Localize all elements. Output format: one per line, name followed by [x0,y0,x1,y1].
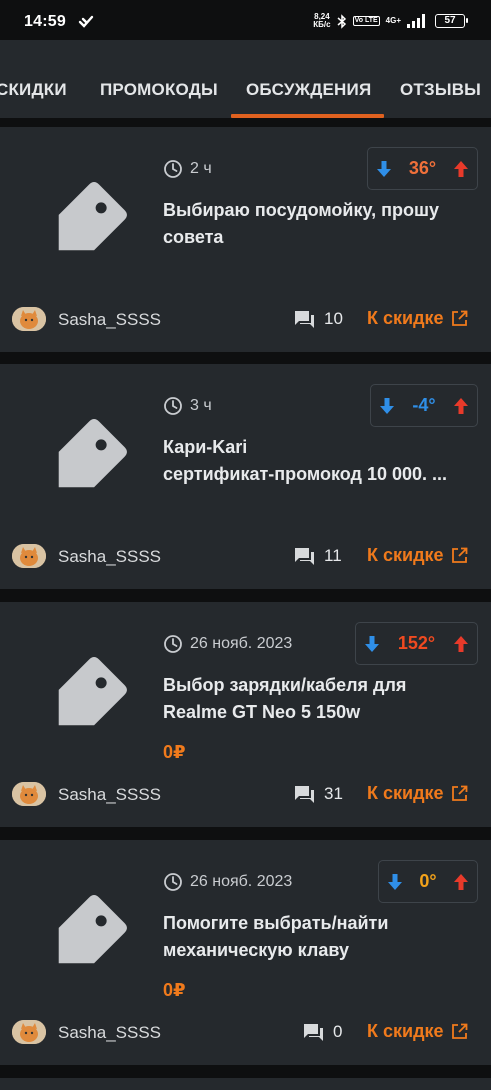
temperature-widget: 36° [367,147,478,190]
status-icons: 8,24 КБ/с Vo LTE 4G+ 57 [313,12,468,29]
signal-icon [407,14,425,28]
comments-count[interactable]: 0 [303,1022,342,1042]
tab-discounts[interactable]: СКИДКИ [0,80,67,100]
tab-promocodes[interactable]: ПРОМОКОДЫ [100,80,218,100]
active-tab-indicator [231,114,384,118]
author-name[interactable]: Sasha_SSSS [58,310,161,330]
notification-app-icon [78,15,94,28]
post-time: 3 ч [163,396,212,416]
external-link-icon [451,310,467,326]
to-deal-link[interactable]: К скидке [367,1021,468,1042]
post-time: 26 нояб. 2023 [163,634,292,654]
tag-icon [58,895,127,964]
temperature-widget: 152° [355,622,478,665]
discussion-title[interactable]: Выбор зарядки/кабеля для Realme GT Neo 5… [163,672,468,726]
tag-icon [58,657,127,726]
post-time: 2 ч [163,159,212,179]
external-link-icon [451,1023,467,1039]
vote-down-arrow-icon[interactable] [379,397,395,415]
post-time: 26 нояб. 2023 [163,872,292,892]
discussion-title[interactable]: Выбираю посудомойку, прошу совета [163,197,468,251]
price: 0₽ [163,980,186,1000]
tab-bar: СКИДКИ ПРОМОКОДЫ ОБСУЖДЕНИЯ ОТЗЫВЫ [0,40,491,118]
avatar[interactable] [12,307,46,331]
time-label: 3 ч [190,397,212,414]
clock-icon [164,160,182,178]
comments-count[interactable]: 11 [294,546,342,566]
temperature-widget: 0° [378,860,478,903]
avatar[interactable] [12,782,46,806]
clock-icon [164,397,182,415]
temperature-widget: -4° [370,384,478,427]
battery-icon: 57 [435,14,468,28]
to-deal-link[interactable]: К скидке [367,545,468,566]
discussion-card[interactable]: 26 нояб. 2023 152° Выбор зарядки/кабеля … [0,602,491,827]
network-type: 4G+ [385,16,401,25]
comments-icon [295,547,314,565]
discussion-card[interactable]: 26 нояб. 2023 0° Помогите выбрать/найти … [0,840,491,1065]
discussion-title[interactable]: Кари-Kari сертификат-промокод 10 000. ..… [163,434,468,488]
author-name[interactable]: Sasha_SSSS [58,1023,161,1043]
vote-up-arrow-icon[interactable] [453,635,469,653]
discussion-card[interactable]: 3 ч -4° Кари-Kari сертификат-промокод 10… [0,364,491,589]
to-deal-link[interactable]: К скидке [367,783,468,804]
network-speed: 8,24 КБ/с [313,12,331,29]
temperature-value: 36° [408,158,437,178]
price: 0₽ [163,742,186,762]
external-link-icon [451,785,467,801]
tab-reviews[interactable]: ОТЗЫВЫ [400,80,481,100]
discussion-title[interactable]: Помогите выбрать/найти механическую клав… [163,910,468,964]
author-name[interactable]: Sasha_SSSS [58,547,161,567]
time-label: 26 нояб. 2023 [190,873,293,890]
tag-icon [58,419,127,488]
avatar[interactable] [12,544,46,568]
comments-icon [304,1023,323,1041]
temperature-value: 152° [397,633,436,653]
status-time: 14:59 [24,13,66,30]
comments-icon [295,785,314,803]
vote-up-arrow-icon[interactable] [453,873,469,891]
volte-icon: Vo LTE [352,16,380,26]
author-name[interactable]: Sasha_SSSS [58,785,161,805]
clock-icon [164,635,182,653]
vote-down-arrow-icon[interactable] [376,160,392,178]
tab-discussions[interactable]: ОБСУЖДЕНИЯ [246,80,371,100]
vote-down-arrow-icon[interactable] [364,635,380,653]
time-label: 26 нояб. 2023 [190,635,293,652]
comments-count[interactable]: 10 [294,309,343,329]
discussion-card[interactable]: 2 ч 36° Выбираю посудомойку, прошу совет… [0,127,491,352]
vote-up-arrow-icon[interactable] [453,397,469,415]
clock-icon [164,873,182,891]
time-label: 2 ч [190,160,212,177]
vote-up-arrow-icon[interactable] [453,160,469,178]
temperature-value: 0° [419,871,437,891]
temperature-value: -4° [412,395,436,415]
comments-icon [295,310,314,328]
comments-count[interactable]: 31 [294,784,343,804]
vote-down-arrow-icon[interactable] [387,873,403,891]
avatar[interactable] [12,1020,46,1044]
discussion-card-partial[interactable] [0,1078,491,1090]
status-bar: 14:59 8,24 КБ/с Vo LTE 4G+ 57 [0,0,491,40]
external-link-icon [451,547,467,563]
to-deal-link[interactable]: К скидке [367,308,468,329]
bluetooth-icon [337,13,346,29]
tag-icon [58,182,127,251]
